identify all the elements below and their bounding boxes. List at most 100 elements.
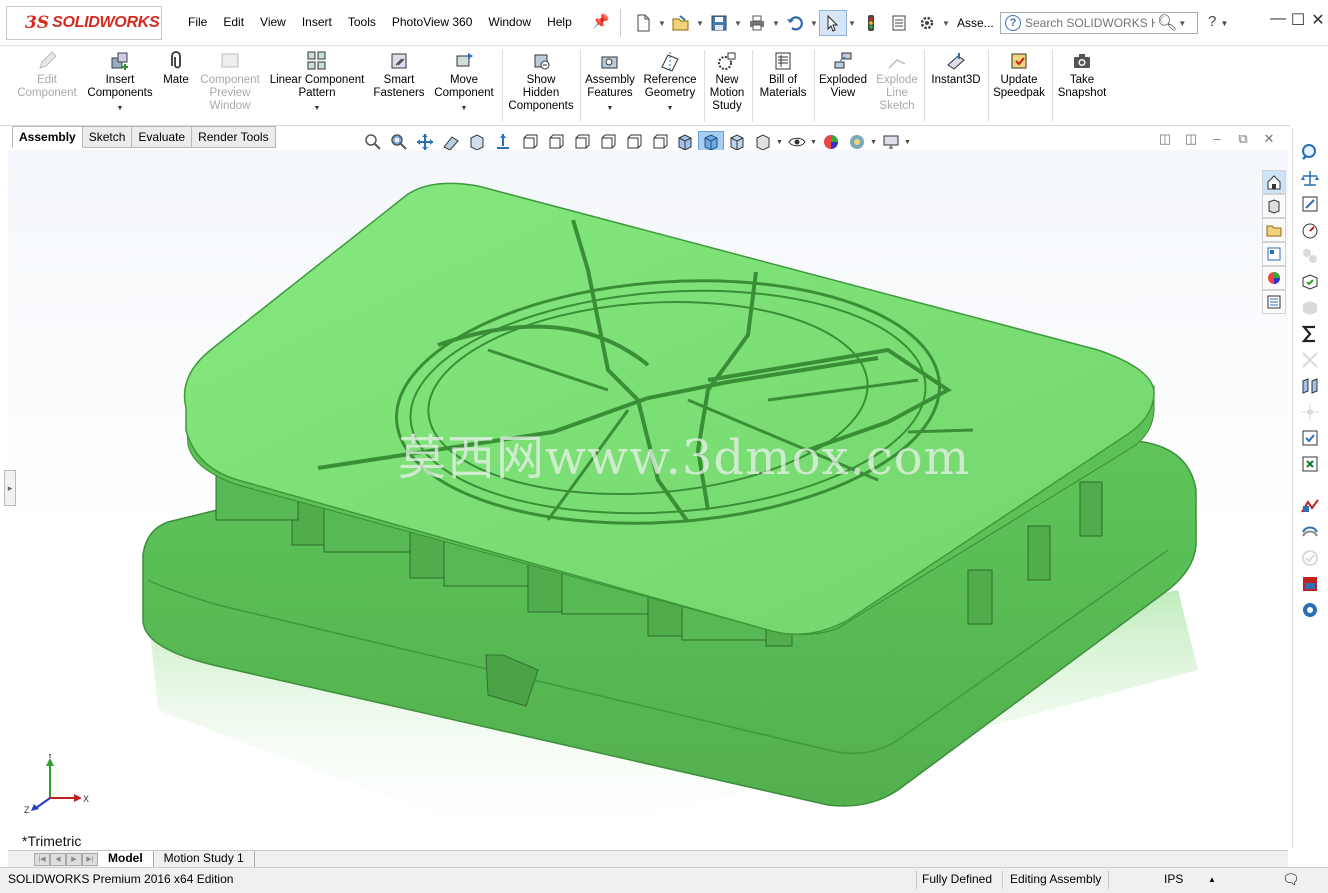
graphics-area[interactable]: 莫西网www.3dmox.com Y X Z *Trimetric [8,150,1288,850]
tab-motion-study-1[interactable]: Motion Study 1 [154,851,255,867]
tab-assembly[interactable]: Assembly [12,126,83,148]
hide-show-dropdown-icon[interactable]: ▼ [810,139,818,146]
excel-export-icon[interactable] [1297,452,1323,476]
interference-detection-icon[interactable] [1297,270,1323,294]
undo-dropdown-icon[interactable]: ▼ [809,10,819,36]
menu-photoview[interactable]: PhotoView 360 [392,15,473,29]
linear-component-pattern-button[interactable]: Linear Component Pattern ▼ [266,46,368,124]
next-tab-arrow-icon[interactable]: ▶ [66,852,82,866]
tab-sketch[interactable]: Sketch [82,126,133,148]
undo-icon[interactable] [781,10,809,36]
measure-icon[interactable] [1297,192,1323,216]
help-icon[interactable]: ? ▼ [1208,13,1228,30]
maximize-icon[interactable]: ☐ [1288,10,1308,36]
save-dropdown-icon[interactable]: ▼ [733,10,743,36]
minimize-icon[interactable]: — [1268,10,1288,36]
viewport-prev-icon[interactable]: ◫ [1152,131,1178,147]
performance-gauge-icon[interactable] [1297,218,1323,242]
sigma-sum-icon[interactable] [1297,322,1323,346]
search-input[interactable] [1025,16,1155,30]
select-arrow-icon[interactable] [819,10,847,36]
assembly-visualization-icon[interactable] [1297,244,1323,268]
hole-alignment-icon[interactable] [1297,348,1323,372]
menu-edit[interactable]: Edit [223,15,244,29]
open-document-icon[interactable] [667,10,695,36]
compare-documents-icon[interactable] [1297,374,1323,398]
exploded-view-button[interactable]: Exploded View [814,46,872,124]
document-name[interactable]: Asse... [957,16,994,30]
new-document-icon[interactable] [629,10,657,36]
update-speedpak-button[interactable]: Update Speedpak [988,46,1050,124]
mass-properties-scale-icon[interactable] [1297,166,1323,190]
search-icon[interactable]: 🔍︎ [1157,13,1177,33]
assembly-features-dropdown-icon[interactable]: ▼ [607,102,614,115]
save-icon[interactable] [705,10,733,36]
menu-view[interactable]: View [260,15,286,29]
insert-components-button[interactable]: Insert Components ▼ [84,46,156,124]
smart-fasteners-button[interactable]: Smart Fasteners [368,46,430,124]
tab-render-tools[interactable]: Render Tools [192,126,276,148]
viewport-restore-icon[interactable]: ⧉ [1230,131,1256,147]
insert-components-dropdown-icon[interactable]: ▼ [117,102,124,115]
linear-pattern-dropdown-icon[interactable]: ▼ [314,102,321,115]
new-motion-study-button[interactable]: New Motion Study [704,46,750,124]
options-dropdown-icon[interactable]: ▼ [941,10,951,36]
magnifier-icon[interactable] [1297,140,1323,164]
custom-properties-icon[interactable] [1262,290,1286,314]
print-icon[interactable] [743,10,771,36]
check-sketch-icon[interactable] [1297,426,1323,450]
appearances-scenes-icon[interactable] [1262,266,1286,290]
take-snapshot-button[interactable]: Take Snapshot [1052,46,1112,124]
print-dropdown-icon[interactable]: ▼ [771,10,781,36]
clearance-verification-icon[interactable] [1297,296,1323,320]
edit-component-button[interactable]: Edit Component [12,46,82,124]
apply-scene-dropdown-icon[interactable]: ▼ [870,139,878,146]
unit-system-dropdown-icon[interactable]: ▲ [1208,875,1216,884]
reference-geometry-dropdown-icon[interactable]: ▼ [667,102,674,115]
viewport-next-icon[interactable]: ◫ [1178,131,1204,147]
unit-system-text[interactable]: IPS [1164,872,1183,886]
mate-button[interactable]: Mate [158,46,194,124]
tab-model[interactable]: Model [98,851,154,867]
menu-file[interactable]: File [188,15,207,29]
prev-tab-arrow-icon[interactable]: ◀ [50,852,66,866]
bill-of-materials-button[interactable]: Bill of Materials [754,46,812,124]
assembly-features-button[interactable]: Assembly Features ▼ [582,46,638,124]
file-explorer-folder-icon[interactable] [1262,218,1286,242]
tab-evaluate[interactable]: Evaluate [132,126,193,148]
check-mark-icon[interactable] [1297,546,1323,570]
view-palette-icon[interactable] [1262,242,1286,266]
feature-manager-expand-handle[interactable]: ▸ [4,470,16,506]
assembly-model-3d[interactable] [8,150,1288,850]
menu-tools[interactable]: Tools [348,15,376,29]
last-tab-arrow-icon[interactable]: ▶| [82,852,98,866]
reference-geometry-button[interactable]: Reference Geometry ▼ [638,46,702,124]
flow-xpress-icon[interactable] [1297,520,1323,544]
pin-menu-icon[interactable]: 📌 [592,13,609,29]
open-dropdown-icon[interactable]: ▼ [695,10,705,36]
explode-line-sketch-button[interactable]: Explode Line Sketch [872,46,922,124]
move-component-button[interactable]: Move Component ▼ [430,46,498,124]
select-dropdown-icon[interactable]: ▼ [847,10,857,36]
rebuild-traffic-light-icon[interactable] [857,10,885,36]
solidworks-logo[interactable]: 3S SOLIDWORKS [6,6,162,40]
instant3d-button[interactable]: Instant3D [926,46,986,124]
search-dropdown-icon[interactable]: ▼ [1177,10,1187,36]
sensor-icon[interactable] [1297,400,1323,424]
menu-help[interactable]: Help [547,15,572,29]
costing-icon[interactable] [1297,572,1323,596]
file-properties-icon[interactable] [885,10,913,36]
close-icon[interactable]: ✕ [1308,10,1328,36]
view-settings-dropdown-icon[interactable]: ▼ [904,139,912,146]
show-hidden-components-button[interactable]: Show Hidden Components [504,46,578,124]
menu-window[interactable]: Window [488,15,531,29]
first-tab-arrow-icon[interactable]: |◀ [34,852,50,866]
move-component-dropdown-icon[interactable]: ▼ [461,102,468,115]
menu-insert[interactable]: Insert [302,15,332,29]
viewport-minimize-icon[interactable]: – [1204,131,1230,147]
sustainability-globe-icon[interactable] [1297,598,1323,622]
help-search-box[interactable]: ? 🔍︎ ▼ [1000,12,1198,34]
new-dropdown-icon[interactable]: ▼ [657,10,667,36]
simulation-xpress-icon[interactable] [1297,494,1323,518]
solidworks-resources-home-icon[interactable] [1262,170,1286,194]
